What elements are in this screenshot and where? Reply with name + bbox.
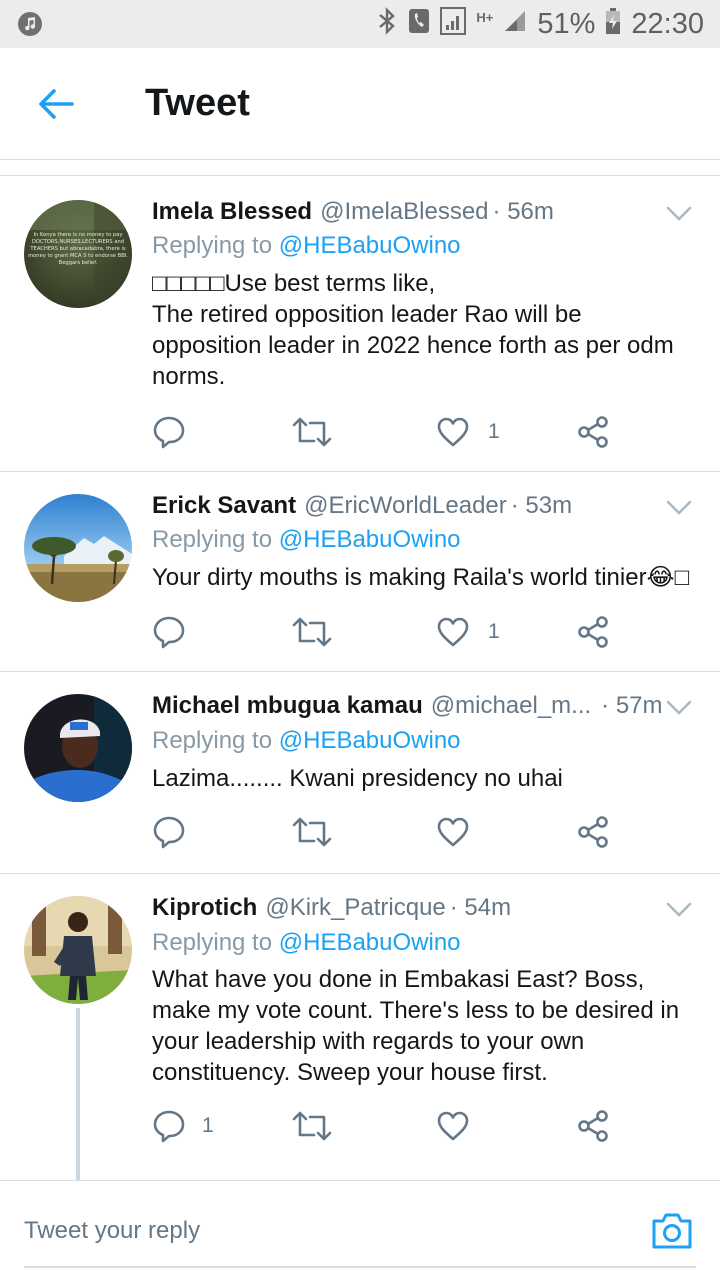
author-name[interactable]: Erick Savant bbox=[152, 492, 296, 520]
battery-percent: 51% bbox=[537, 7, 596, 40]
svg-text:Beggars belief.: Beggars belief. bbox=[59, 260, 98, 266]
reply-composer[interactable]: Tweet your reply bbox=[0, 1180, 720, 1280]
reply-input[interactable]: Tweet your reply bbox=[24, 1217, 200, 1245]
network-type: H+ bbox=[476, 10, 494, 25]
retweet-button[interactable] bbox=[292, 812, 332, 852]
tweet-item[interactable]: In Kenya there is no money to pay DOCTOR… bbox=[0, 176, 720, 472]
mention-link[interactable]: @HEBabuOwino bbox=[279, 526, 461, 553]
replying-to-label: Replying to bbox=[152, 727, 273, 754]
like-button[interactable]: 1 bbox=[436, 412, 500, 452]
reply-button[interactable] bbox=[152, 612, 186, 652]
replying-to-label: Replying to bbox=[152, 526, 273, 553]
replying-to-label: Replying to bbox=[152, 929, 273, 956]
music-notification-icon bbox=[18, 12, 42, 36]
tweet-actions bbox=[152, 812, 622, 852]
arrow-left-icon[interactable] bbox=[36, 84, 76, 124]
svg-text:money to grant MCA S to endors: money to grant MCA S to endorse BBI. bbox=[28, 253, 128, 259]
avatar[interactable] bbox=[24, 896, 132, 1004]
avatar[interactable]: In Kenya there is no money to pay DOCTOR… bbox=[24, 200, 132, 308]
like-count: 1 bbox=[488, 620, 500, 643]
tweet-time: · 56m bbox=[492, 198, 554, 225]
tweet-actions: 1 bbox=[152, 612, 622, 652]
battery-icon bbox=[605, 7, 621, 42]
like-button[interactable] bbox=[436, 812, 470, 852]
call-icon bbox=[408, 8, 430, 41]
svg-text:TEACHERS but abracadabra, ther: TEACHERS but abracadabra, there is bbox=[29, 246, 126, 252]
reply-button[interactable]: 1 bbox=[152, 1106, 214, 1146]
tweet-text: □□□□□Use best terms like, The retired op… bbox=[152, 270, 674, 390]
avatar[interactable] bbox=[24, 494, 132, 602]
tweet-time: · 57m bbox=[601, 692, 663, 719]
reply-button[interactable] bbox=[152, 812, 186, 852]
like-button[interactable]: 1 bbox=[436, 612, 500, 652]
tweet-text: Lazima........ Kwani presidency no uhai bbox=[152, 765, 563, 792]
retweet-button[interactable] bbox=[292, 412, 332, 452]
thread-line bbox=[76, 1008, 80, 1180]
share-button[interactable] bbox=[576, 612, 610, 652]
replying-to: Replying to @HEBabuOwino bbox=[152, 526, 461, 554]
camera-icon[interactable] bbox=[650, 1211, 694, 1251]
mention-link[interactable]: @HEBabuOwino bbox=[279, 727, 461, 754]
tweet-header: Kiprotich @Kirk_Patricque · 54m bbox=[152, 894, 700, 922]
tweet-header: Michael mbugua kamau @michael_m... · 57m bbox=[152, 692, 700, 720]
chevron-down-icon[interactable] bbox=[666, 206, 692, 222]
tweet-header: Erick Savant @EricWorldLeader · 53m bbox=[152, 492, 700, 520]
author-handle[interactable]: @ImelaBlessed bbox=[320, 198, 488, 226]
author-name[interactable]: Michael mbugua kamau bbox=[152, 692, 423, 720]
replying-to: Replying to @HEBabuOwino bbox=[152, 232, 461, 260]
chevron-down-icon[interactable] bbox=[666, 902, 692, 918]
author-name[interactable]: Kiprotich bbox=[152, 894, 257, 922]
page-title: Tweet bbox=[145, 82, 250, 124]
reply-button[interactable] bbox=[152, 412, 186, 452]
tweet-text: What have you done in Embakasi East? Bos… bbox=[152, 966, 680, 1086]
tweet-time: · 54m bbox=[449, 894, 512, 921]
app-bar: Tweet bbox=[0, 48, 720, 160]
replying-to-label: Replying to bbox=[152, 232, 273, 259]
author-name[interactable]: Imela Blessed bbox=[152, 198, 312, 226]
tweet-item[interactable]: Erick Savant @EricWorldLeader · 53m Repl… bbox=[0, 472, 720, 672]
bluetooth-icon bbox=[376, 6, 398, 42]
cell-signal-icon bbox=[503, 8, 527, 40]
clock: 22:30 bbox=[631, 7, 704, 40]
svg-text:DOCTORS,NURSES,LECTURERS and: DOCTORS,NURSES,LECTURERS and bbox=[32, 239, 124, 245]
share-button[interactable] bbox=[576, 1106, 610, 1146]
svg-text:In Kenya there is no money to: In Kenya there is no money to pay bbox=[33, 232, 122, 238]
tweet-header: Imela Blessed @ImelaBlessed · 56m bbox=[152, 198, 700, 226]
tweet-item[interactable]: Michael mbugua kamau @michael_m... · 57m… bbox=[0, 672, 720, 874]
reply-count: 1 bbox=[202, 1114, 214, 1137]
author-handle[interactable]: @Kirk_Patricque bbox=[265, 894, 445, 922]
signal-box-icon bbox=[440, 6, 467, 42]
tweet-item[interactable]: Kiprotich @Kirk_Patricque · 54m Replying… bbox=[0, 874, 720, 1180]
avatar[interactable] bbox=[24, 694, 132, 802]
replying-to: Replying to @HEBabuOwino bbox=[152, 727, 461, 755]
retweet-button[interactable] bbox=[292, 612, 332, 652]
like-count: 1 bbox=[488, 420, 500, 443]
like-button[interactable] bbox=[436, 1106, 470, 1146]
chevron-down-icon[interactable] bbox=[666, 500, 692, 516]
retweet-button[interactable] bbox=[292, 1106, 332, 1146]
input-underline bbox=[24, 1266, 696, 1268]
mention-link[interactable]: @HEBabuOwino bbox=[279, 232, 461, 259]
tweet-actions: 1 bbox=[152, 1106, 622, 1146]
status-bar: H+ 51% 22:30 bbox=[0, 0, 720, 48]
share-button[interactable] bbox=[576, 812, 610, 852]
chevron-down-icon[interactable] bbox=[666, 700, 692, 716]
author-handle[interactable]: @EricWorldLeader bbox=[304, 492, 507, 520]
mention-link[interactable]: @HEBabuOwino bbox=[279, 929, 461, 956]
share-button[interactable] bbox=[576, 412, 610, 452]
tweet-actions: 1 bbox=[152, 412, 622, 452]
tweet-time: · 53m bbox=[510, 492, 573, 519]
replying-to: Replying to @HEBabuOwino bbox=[152, 929, 461, 957]
author-handle[interactable]: @michael_m... bbox=[431, 692, 591, 720]
tweet-text: Your dirty mouths is making Raila's worl… bbox=[152, 564, 690, 591]
